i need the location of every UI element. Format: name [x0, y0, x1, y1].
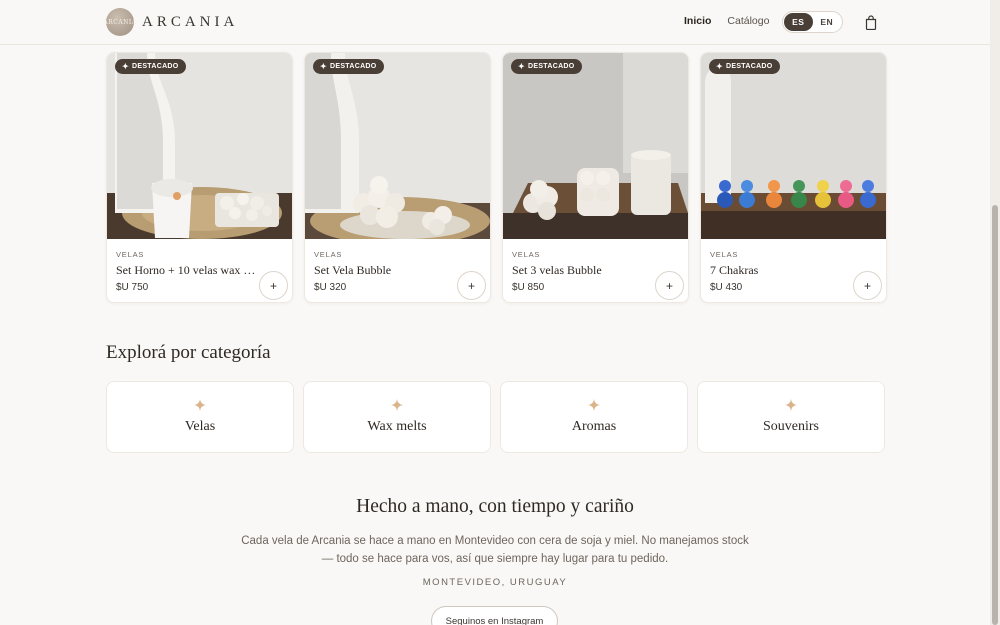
product-category: VELAS — [314, 250, 343, 259]
logo-text: ARCANIA — [142, 13, 239, 30]
nav-link-catalogo[interactable]: Catálogo — [727, 15, 769, 27]
product-price: $U 430 — [710, 282, 743, 293]
nav-spacer — [711, 15, 727, 27]
category-label: Wax melts — [367, 419, 427, 434]
product-card[interactable]: ✦ DESTACADO VELAS Set Vela Bubble $U 320 … — [304, 52, 491, 303]
page-scrollbar[interactable] — [990, 0, 1000, 625]
product-photo — [305, 53, 490, 239]
badge-label: DESTACADO — [528, 63, 575, 70]
add-to-cart-button[interactable]: + — [259, 271, 288, 300]
product-name[interactable]: Set 3 velas Bubble — [512, 263, 652, 278]
about-location: MONTEVIDEO, URUGUAY — [422, 577, 568, 588]
add-to-cart-button[interactable]: + — [457, 271, 486, 300]
featured-products: ✦ DESTACADO VELAS Set Horno + 10 velas wa… — [106, 52, 887, 303]
product-image-7-chakras[interactable]: ✦ DESTACADO — [701, 53, 886, 239]
sparkle-icon — [391, 399, 403, 411]
product-card[interactable]: ✦ DESTACADO VELAS Set Horno + 10 velas wa… — [106, 52, 293, 303]
sparkle-icon — [194, 399, 206, 411]
product-price: $U 320 — [314, 282, 347, 293]
language-toggle: ES EN — [782, 11, 843, 33]
product-name[interactable]: Set Vela Bubble — [314, 263, 454, 278]
product-category: VELAS — [116, 250, 145, 259]
logo[interactable]: ARCANIA ARCANIA — [103, 8, 239, 36]
instagram-button[interactable]: Seguinos en Instagram — [431, 606, 558, 625]
featured-badge: ✦ DESTACADO — [115, 59, 186, 74]
product-card[interactable]: ✦ DESTACADO VELAS Set 3 velas Bubble $U 8… — [502, 52, 689, 303]
badge-label: DESTACADO — [726, 63, 773, 70]
product-category: VELAS — [512, 250, 541, 259]
featured-badge: ✦ DESTACADO — [511, 59, 582, 74]
category-list: Velas Wax melts Aromas Souvenirs — [106, 381, 885, 453]
product-name[interactable]: Set Horno + 10 velas wax melts — [116, 263, 256, 278]
sparkle-icon: ✦ — [122, 62, 130, 71]
category-label: Souvenirs — [763, 419, 819, 434]
site-header: ARCANIA ARCANIA Inicio Catálogo ES EN — [0, 0, 990, 45]
lang-es-button[interactable]: ES — [784, 13, 813, 31]
category-card-wax-melts[interactable]: Wax melts — [303, 381, 491, 453]
category-card-velas[interactable]: Velas — [106, 381, 294, 453]
category-label: Velas — [184, 419, 216, 434]
category-card-souvenirs[interactable]: Souvenirs — [697, 381, 885, 453]
product-image-wax-melts-set[interactable]: ✦ DESTACADO — [107, 53, 292, 239]
add-to-cart-button[interactable]: + — [655, 271, 684, 300]
product-photo — [107, 53, 292, 239]
main-nav: Inicio Catálogo — [684, 15, 769, 27]
about-title: Hecho a mano, con tiempo y cariño — [356, 496, 634, 517]
badge-label: DESTACADO — [330, 63, 377, 70]
shopping-bag-icon[interactable] — [865, 15, 877, 30]
about-text: Cada vela de Arcania se hace a mano en M… — [241, 535, 749, 565]
sparkle-icon — [785, 399, 797, 411]
add-to-cart-button[interactable]: + — [853, 271, 882, 300]
featured-badge: ✦ DESTACADO — [709, 59, 780, 74]
scrollbar-thumb[interactable] — [992, 205, 998, 625]
product-category: VELAS — [710, 250, 739, 259]
lang-en-button[interactable]: EN — [813, 13, 842, 31]
product-photo — [701, 53, 886, 239]
product-card[interactable]: ✦ DESTACADO VELAS 7 Chakras $U 430 + — [700, 52, 887, 303]
sparkle-icon: ✦ — [518, 62, 526, 71]
category-card-aromas[interactable]: Aromas — [500, 381, 688, 453]
sparkle-icon: ✦ — [320, 62, 328, 71]
product-price: $U 850 — [512, 282, 545, 293]
product-image-bubble-set[interactable]: ✦ DESTACADO — [503, 53, 688, 239]
sparkle-icon: ✦ — [716, 62, 724, 71]
category-label: Aromas — [571, 419, 617, 434]
product-price: $U 750 — [116, 282, 149, 293]
categories-title: Explorá por categoría — [106, 342, 271, 363]
logo-mark: ARCANIA — [103, 8, 136, 36]
product-photo — [503, 53, 688, 239]
featured-badge: ✦ DESTACADO — [313, 59, 384, 74]
product-image-bubble-candle[interactable]: ✦ DESTACADO — [305, 53, 490, 239]
badge-label: DESTACADO — [132, 63, 179, 70]
product-name[interactable]: 7 Chakras — [710, 263, 850, 278]
sparkle-icon — [588, 399, 600, 411]
nav-link-inicio[interactable]: Inicio — [684, 15, 711, 27]
